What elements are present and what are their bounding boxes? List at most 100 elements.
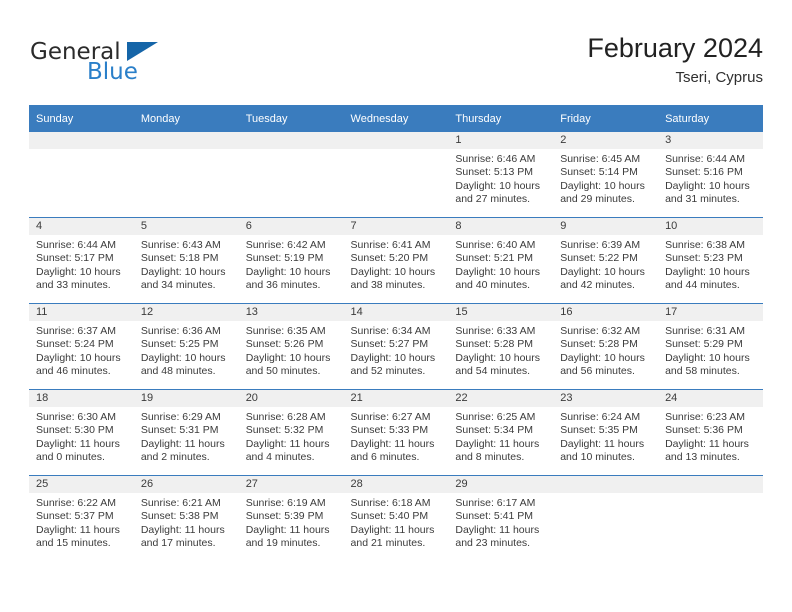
sunset-text: Sunset: 5:24 PM bbox=[36, 338, 114, 351]
sunrise-text: Sunrise: 6:44 AM bbox=[36, 239, 116, 251]
day-number: 25 bbox=[29, 476, 134, 493]
sunrise-text: Sunrise: 6:43 AM bbox=[140, 239, 221, 251]
daylight-text-line1: Daylight: 10 hours bbox=[245, 351, 331, 364]
day-details: Sunrise: 6:43 AM Sunset: 5:18 PM Dayligh… bbox=[134, 235, 239, 292]
day-cell[interactable]: 3 Sunrise: 6:44 AM Sunset: 5:16 PM Dayli… bbox=[658, 132, 763, 218]
day-details: Sunrise: 6:23 AM Sunset: 5:36 PM Dayligh… bbox=[658, 407, 763, 464]
day-number bbox=[133, 132, 239, 149]
day-cell[interactable]: 8 Sunrise: 6:40 AM Sunset: 5:21 PM Dayli… bbox=[448, 217, 554, 304]
weekday-header-saturday: Saturday bbox=[658, 105, 763, 132]
day-details: Sunrise: 6:34 AM Sunset: 5:27 PM Dayligh… bbox=[344, 321, 449, 378]
day-details: Sunrise: 6:19 AM Sunset: 5:39 PM Dayligh… bbox=[239, 493, 344, 550]
day-details: Sunrise: 6:38 AM Sunset: 5:23 PM Dayligh… bbox=[658, 235, 763, 292]
day-cell[interactable]: 26 Sunrise: 6:21 AM Sunset: 5:38 PM Dayl… bbox=[133, 475, 239, 561]
sunrise-text: Sunrise: 6:23 AM bbox=[665, 411, 746, 423]
daylight-text-line2: and 0 minutes. bbox=[36, 450, 105, 463]
day-cell[interactable]: 23 Sunrise: 6:24 AM Sunset: 5:35 PM Dayl… bbox=[553, 389, 659, 476]
weekday-header-monday: Monday bbox=[133, 105, 239, 132]
weekday-header-tuesday: Tuesday bbox=[238, 105, 344, 132]
day-cell[interactable]: 25 Sunrise: 6:22 AM Sunset: 5:37 PM Dayl… bbox=[29, 475, 134, 561]
daylight-text-line2: and 10 minutes. bbox=[560, 450, 635, 463]
day-number: 29 bbox=[448, 476, 554, 493]
daylight-text-line1: Daylight: 10 hours bbox=[350, 351, 436, 364]
page-header: General Blue February 2024 Tseri, Cyprus bbox=[29, 32, 763, 94]
day-number: 28 bbox=[343, 476, 449, 493]
daylight-text-line2: and 52 minutes. bbox=[350, 364, 426, 377]
day-cell[interactable]: 13 Sunrise: 6:35 AM Sunset: 5:26 PM Dayl… bbox=[238, 303, 344, 390]
day-cell[interactable]: 20 Sunrise: 6:28 AM Sunset: 5:32 PM Dayl… bbox=[238, 389, 344, 476]
day-cell[interactable]: 18 Sunrise: 6:30 AM Sunset: 5:30 PM Dayl… bbox=[29, 389, 134, 476]
calendar-page: General Blue February 2024 Tseri, Cyprus… bbox=[0, 0, 792, 612]
daylight-text-line1: Daylight: 10 hours bbox=[560, 265, 645, 278]
day-details: Sunrise: 6:21 AM Sunset: 5:38 PM Dayligh… bbox=[134, 493, 239, 550]
day-number: 24 bbox=[658, 390, 763, 407]
day-cell[interactable]: 11 Sunrise: 6:37 AM Sunset: 5:24 PM Dayl… bbox=[29, 303, 134, 390]
daylight-text-line1: Daylight: 10 hours bbox=[36, 265, 121, 278]
daylight-text-line2: and 44 minutes. bbox=[665, 278, 740, 291]
daylight-text-line2: and 36 minutes. bbox=[245, 278, 321, 291]
daylight-text-line1: Daylight: 11 hours bbox=[560, 437, 645, 450]
day-cell[interactable]: 29 Sunrise: 6:17 AM Sunset: 5:41 PM Dayl… bbox=[448, 475, 554, 561]
day-cell[interactable]: 12 Sunrise: 6:36 AM Sunset: 5:25 PM Dayl… bbox=[133, 303, 239, 390]
day-cell[interactable]: 17 Sunrise: 6:31 AM Sunset: 5:29 PM Dayl… bbox=[658, 303, 763, 390]
day-cell[interactable]: 6 Sunrise: 6:42 AM Sunset: 5:19 PM Dayli… bbox=[238, 217, 344, 304]
sunrise-text: Sunrise: 6:34 AM bbox=[350, 325, 431, 337]
day-number: 6 bbox=[238, 218, 344, 235]
daylight-text-line2: and 54 minutes. bbox=[455, 364, 531, 377]
day-cell[interactable] bbox=[343, 132, 449, 218]
day-number: 9 bbox=[553, 218, 659, 235]
sunset-text: Sunset: 5:39 PM bbox=[245, 510, 324, 523]
day-cell[interactable]: 2 Sunrise: 6:45 AM Sunset: 5:14 PM Dayli… bbox=[553, 132, 659, 218]
day-cell[interactable]: 22 Sunrise: 6:25 AM Sunset: 5:34 PM Dayl… bbox=[448, 389, 554, 476]
day-cell[interactable]: 16 Sunrise: 6:32 AM Sunset: 5:28 PM Dayl… bbox=[553, 303, 659, 390]
day-cell[interactable] bbox=[133, 132, 239, 218]
day-number: 26 bbox=[133, 476, 239, 493]
day-cell[interactable]: 9 Sunrise: 6:39 AM Sunset: 5:22 PM Dayli… bbox=[553, 217, 659, 304]
day-cell[interactable] bbox=[553, 475, 659, 561]
day-details: Sunrise: 6:17 AM Sunset: 5:41 PM Dayligh… bbox=[448, 493, 553, 550]
daylight-text-line2: and 4 minutes. bbox=[245, 450, 315, 463]
brand-logo[interactable]: General Blue bbox=[29, 32, 289, 90]
day-cell[interactable]: 5 Sunrise: 6:43 AM Sunset: 5:18 PM Dayli… bbox=[133, 217, 239, 304]
day-cell[interactable]: 24 Sunrise: 6:23 AM Sunset: 5:36 PM Dayl… bbox=[658, 389, 763, 476]
day-cell[interactable]: 14 Sunrise: 6:34 AM Sunset: 5:27 PM Dayl… bbox=[343, 303, 449, 390]
day-cell[interactable]: 15 Sunrise: 6:33 AM Sunset: 5:28 PM Dayl… bbox=[448, 303, 554, 390]
day-cell[interactable] bbox=[658, 475, 763, 561]
day-number: 2 bbox=[553, 132, 659, 149]
day-cell[interactable]: 19 Sunrise: 6:29 AM Sunset: 5:31 PM Dayl… bbox=[133, 389, 239, 476]
day-number: 22 bbox=[448, 390, 554, 407]
daylight-text-line1: Daylight: 11 hours bbox=[140, 437, 225, 450]
daylight-text-line2: and 6 minutes. bbox=[350, 450, 420, 463]
day-cell[interactable] bbox=[29, 132, 134, 218]
day-number: 15 bbox=[448, 304, 554, 321]
sunset-text: Sunset: 5:20 PM bbox=[350, 252, 429, 265]
weekday-header-wednesday: Wednesday bbox=[343, 105, 449, 132]
location-subtitle: Tseri, Cyprus bbox=[675, 69, 763, 86]
day-number: 18 bbox=[29, 390, 134, 407]
daylight-text-line2: and 56 minutes. bbox=[560, 364, 635, 377]
daylight-text-line1: Daylight: 10 hours bbox=[560, 351, 645, 364]
weekday-header-thursday: Thursday bbox=[448, 105, 554, 132]
sunrise-text: Sunrise: 6:41 AM bbox=[350, 239, 431, 251]
sunrise-text: Sunrise: 6:38 AM bbox=[665, 239, 746, 251]
day-number: 7 bbox=[343, 218, 449, 235]
sunrise-text: Sunrise: 6:27 AM bbox=[350, 411, 431, 423]
sunset-text: Sunset: 5:18 PM bbox=[140, 252, 219, 265]
daylight-text-line1: Daylight: 10 hours bbox=[36, 351, 121, 364]
day-cell[interactable]: 10 Sunrise: 6:38 AM Sunset: 5:23 PM Dayl… bbox=[658, 217, 763, 304]
day-cell[interactable]: 4 Sunrise: 6:44 AM Sunset: 5:17 PM Dayli… bbox=[29, 217, 134, 304]
day-cell[interactable]: 28 Sunrise: 6:18 AM Sunset: 5:40 PM Dayl… bbox=[343, 475, 449, 561]
day-cell[interactable]: 7 Sunrise: 6:41 AM Sunset: 5:20 PM Dayli… bbox=[343, 217, 449, 304]
day-cell[interactable]: 27 Sunrise: 6:19 AM Sunset: 5:39 PM Dayl… bbox=[238, 475, 344, 561]
calendar-body: 1 Sunrise: 6:46 AM Sunset: 5:13 PM Dayli… bbox=[29, 132, 763, 561]
day-cell[interactable]: 21 Sunrise: 6:27 AM Sunset: 5:33 PM Dayl… bbox=[343, 389, 449, 476]
daylight-text-line2: and 2 minutes. bbox=[140, 450, 210, 463]
day-details: Sunrise: 6:18 AM Sunset: 5:40 PM Dayligh… bbox=[344, 493, 449, 550]
daylight-text-line2: and 17 minutes. bbox=[140, 536, 216, 549]
daylight-text-line1: Daylight: 11 hours bbox=[36, 523, 120, 536]
day-cell[interactable] bbox=[238, 132, 344, 218]
calendar-week-row: 25 Sunrise: 6:22 AM Sunset: 5:37 PM Dayl… bbox=[29, 475, 763, 561]
sunset-text: Sunset: 5:35 PM bbox=[560, 424, 638, 437]
day-number: 20 bbox=[238, 390, 344, 407]
day-cell[interactable]: 1 Sunrise: 6:46 AM Sunset: 5:13 PM Dayli… bbox=[448, 132, 554, 218]
